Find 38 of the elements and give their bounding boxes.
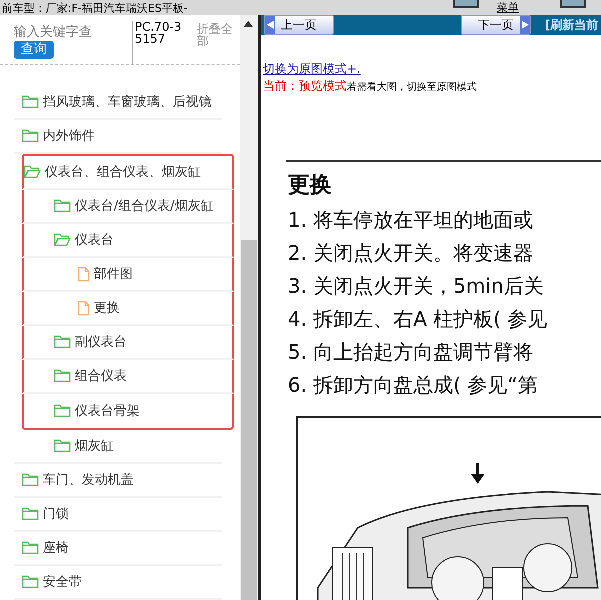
- step-text: 4. 拆卸左、右A 柱护板( 参见: [288, 306, 549, 333]
- step-text: 3. 关闭点火开关，5min后关: [288, 273, 545, 300]
- tree-item[interactable]: 副仪表台: [75, 333, 127, 351]
- tree-item[interactable]: 座椅: [43, 539, 69, 557]
- document-icon: [78, 300, 90, 316]
- step-text: 5. 向上抬起方向盘调节臂将: [288, 339, 534, 366]
- switch-mode-link[interactable]: 切换为原图模式+.: [263, 62, 361, 76]
- tree-item[interactable]: 仪表台: [75, 231, 114, 249]
- search-button[interactable]: 查询: [14, 41, 54, 59]
- previous-page-button[interactable]: 上一页: [264, 15, 334, 35]
- scroll-up-icon[interactable]: [244, 21, 253, 27]
- scrollbar[interactable]: [240, 15, 258, 600]
- part-code-label: PC.70-35157: [132, 21, 183, 65]
- arrow-left-icon: [266, 21, 274, 29]
- tree-item[interactable]: 部件图: [94, 265, 133, 283]
- arrow-right-icon: [522, 21, 528, 29]
- document-icon: [78, 266, 90, 282]
- refresh-page-link[interactable]: [刷新当前: [545, 16, 598, 34]
- menu-link[interactable]: 菜单: [497, 1, 519, 14]
- tree-item[interactable]: 内外饰件: [43, 127, 95, 145]
- tree-item[interactable]: 车门、发动机盖: [43, 471, 134, 489]
- tree-item[interactable]: 仪表台骨架: [75, 402, 140, 420]
- section-heading: 更换: [288, 172, 333, 200]
- vehicle-model-label: 前车型：厂家:F-福田汽车瑞沃ES平板-: [2, 2, 188, 15]
- tree-item[interactable]: 门锁: [43, 505, 69, 523]
- tree-item[interactable]: 组合仪表: [75, 367, 127, 385]
- mode-status-text: 当前：预览模式若需看大图，切换至原图模式: [263, 78, 478, 95]
- step-text: 2. 关闭点火开关。将变速器: [288, 240, 534, 267]
- step-text: 6. 拆卸方向盘总成( 参见“第: [288, 372, 539, 399]
- tree-item[interactable]: 仪表台/组合仪表/烟灰缸: [75, 197, 214, 215]
- scrollbar-thumb[interactable]: [241, 240, 257, 600]
- tree-item[interactable]: 更换: [94, 299, 120, 317]
- tree-item[interactable]: 挡风玻璃、车窗玻璃、后视镜: [43, 93, 212, 111]
- tree-item[interactable]: 仪表台、组合仪表、烟灰缸: [45, 163, 201, 181]
- tree-item[interactable]: 烟灰缸: [75, 437, 114, 455]
- step-text: 1. 将车停放在平坦的地面或: [288, 207, 534, 234]
- next-page-button[interactable]: 下一页: [461, 15, 531, 35]
- tree-item[interactable]: 安全带: [43, 573, 82, 591]
